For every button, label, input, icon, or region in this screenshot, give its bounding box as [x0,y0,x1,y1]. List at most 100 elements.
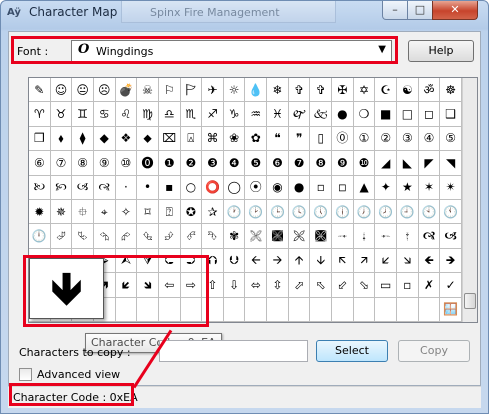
character-cell[interactable]: ▯ [310,126,333,152]
character-cell[interactable]: ⮛ [137,248,159,274]
character-cell[interactable]: ♌ [115,102,138,127]
character-cell[interactable]: ❝ [267,126,289,152]
help-button[interactable]: Help [408,40,474,62]
character-cell[interactable]: ⮉ [202,248,224,274]
character-cell[interactable]: ⇩ [223,273,246,298]
character-cell[interactable]: ❾ [332,151,354,176]
character-cell[interactable]: ⑨ [93,151,116,176]
character-cell[interactable]: ⍰ [158,199,181,225]
character-cell[interactable]: 🙠 [29,175,51,200]
character-cell[interactable]: ✗ [418,273,441,298]
character-cell[interactable]: ▭ [375,273,398,298]
character-cell[interactable] [115,297,138,322]
character-cell[interactable]: ◢ [375,151,398,176]
character-cell[interactable]: ♑ [223,102,246,127]
character-cell[interactable]: ◣ [397,151,419,176]
character-cell[interactable]: 🙨 [245,224,268,249]
character-cell[interactable]: ✈ [202,78,224,103]
character-cell[interactable]: 🕚 [440,199,462,225]
character-cell[interactable]: ♓ [267,102,289,127]
character-cell[interactable]: ④ [418,126,441,152]
character-cell[interactable]: ✧ [115,199,138,225]
character-cell[interactable]: 🙪 [288,224,311,249]
character-cell[interactable]: ◯ [223,175,246,200]
scrollbar-thumb[interactable] [464,293,476,309]
character-cell[interactable]: 🡫 [310,248,333,274]
character-cell[interactable]: ① [353,126,376,152]
character-cell[interactable]: ❒ [29,126,51,152]
character-cell[interactable]: ⑥ [29,151,51,176]
character-cell[interactable] [397,297,419,322]
character-cell[interactable]: 🕒 [267,199,289,225]
character-cell[interactable]: ② [375,126,398,152]
characters-to-copy-input[interactable] [159,340,308,362]
character-cell[interactable]: 🙦 [440,224,462,249]
character-cell[interactable]: □ [397,102,419,127]
character-cell[interactable]: 🡬 [332,248,354,274]
character-cell[interactable]: ✡ [353,78,376,103]
character-cell[interactable]: 🙫 [310,224,333,249]
character-cell[interactable]: ⮲ [93,224,116,249]
character-cell[interactable]: ☠ [137,78,159,103]
character-cell[interactable]: ❞ [288,126,311,152]
title-bar[interactable]: Aÿ Character Map Spinx Fire Management –… [1,1,488,25]
character-cell[interactable]: ▲ [353,175,376,200]
character-cell[interactable]: ▫ [310,175,333,200]
character-cell[interactable]: ⓿ [137,151,159,176]
character-cell[interactable]: ◽ [332,175,354,200]
character-cell[interactable]: 🕗 [375,199,398,225]
character-cell[interactable]: 🡺 [440,248,462,274]
character-cell[interactable]: ♏ [180,102,203,127]
character-cell[interactable]: 💧 [245,78,268,103]
character-cell[interactable] [310,297,333,322]
character-cell[interactable]: ⮙ [115,248,138,274]
character-cell[interactable]: ⮈ [158,248,181,274]
character-cell[interactable]: 😐 [72,78,94,103]
character-cell[interactable]: 🡿 [115,273,138,298]
character-cell[interactable]: 🡾 [137,273,159,298]
character-cell[interactable]: ☼ [223,78,246,103]
character-cell[interactable]: 🕙 [418,199,441,225]
character-cell[interactable]: ⮋ [223,248,246,274]
character-cell[interactable]: ✓ [440,273,462,298]
character-cell[interactable]: ⬂ [353,273,376,298]
character-cell[interactable]: ❻ [267,151,289,176]
grid-scrollbar[interactable] [462,78,477,322]
character-cell[interactable]: ⮰ [50,224,73,249]
character-cell[interactable]: 🕑 [245,199,268,225]
character-cell[interactable]: ⮶ [180,224,203,249]
character-cell[interactable]: ▪ [158,175,181,200]
character-cell[interactable]: 🙢 [72,175,94,200]
character-cell[interactable]: ⮊ [180,248,203,274]
character-cell[interactable]: ▫ [397,273,419,298]
character-cell[interactable]: ♈ [29,102,51,127]
character-cell[interactable]: ❄ [267,78,289,103]
character-cell[interactable]: 🕔 [310,199,333,225]
character-cell[interactable]: ☹ [93,78,116,103]
character-cell[interactable]: ❼ [288,151,311,176]
character-cell[interactable]: ◆ [93,126,116,152]
character-cell[interactable]: ■ [375,102,398,127]
character-cell[interactable]: 🡭 [353,248,376,274]
character-cell[interactable] [223,297,246,322]
character-cell[interactable] [245,297,268,322]
character-cell[interactable]: ⬀ [288,273,311,298]
character-cell[interactable]: ☺ [50,78,73,103]
character-cell[interactable]: ✶ [418,175,441,200]
character-cell[interactable]: ⌘ [202,126,224,152]
character-cell[interactable]: ⓪ [332,126,354,152]
character-cell[interactable] [288,297,311,322]
character-cell[interactable] [418,297,441,322]
close-button[interactable]: ✕ [432,1,478,20]
character-cell[interactable]: ❹ [223,151,246,176]
character-cell[interactable]: ॐ [418,78,441,103]
background-window-tab[interactable]: Spinx Fire Management [121,1,336,23]
character-cell[interactable]: 🙣 [93,175,116,200]
character-cell[interactable] [332,297,354,322]
character-cell[interactable]: ♒ [245,102,268,127]
character-cell[interactable]: ⌧ [158,126,181,152]
font-dropdown[interactable]: O Wingdings ▼ [71,40,392,62]
copy-button[interactable]: Copy [398,340,470,362]
character-cell[interactable]: ◉ [267,175,289,200]
character-cell[interactable]: 🡨 [245,248,268,274]
